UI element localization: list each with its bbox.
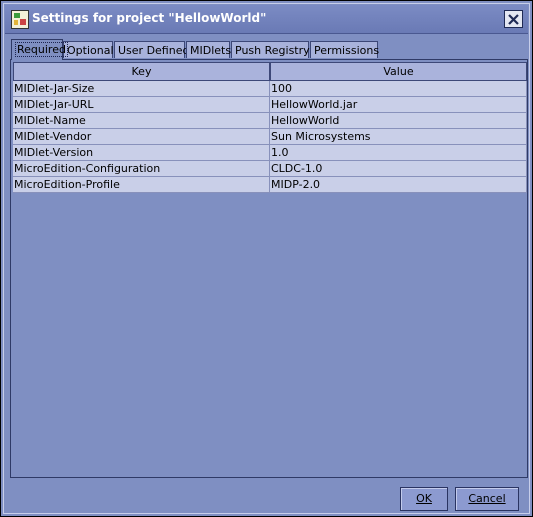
- key-cell[interactable]: MicroEdition-Configuration: [13, 161, 270, 177]
- key-cell[interactable]: MicroEdition-Profile: [13, 177, 270, 193]
- properties-table[interactable]: Key Value MIDlet-Jar-Size 100 MIDlet-Jar…: [13, 62, 527, 193]
- tab-push-registry[interactable]: Push Registry: [231, 41, 310, 58]
- key-cell[interactable]: MIDlet-Jar-Size: [13, 81, 270, 97]
- table-row[interactable]: MIDlet-Jar-Size 100: [13, 81, 527, 97]
- close-button[interactable]: [504, 10, 523, 28]
- key-cell[interactable]: MIDlet-Name: [13, 113, 270, 129]
- title-bar[interactable]: Settings for project "HellowWorld": [5, 5, 528, 34]
- value-cell[interactable]: CLDC-1.0: [270, 161, 527, 177]
- value-cell[interactable]: MIDP-2.0: [270, 177, 527, 193]
- table-row[interactable]: MicroEdition-Configuration CLDC-1.0: [13, 161, 527, 177]
- close-icon: [508, 13, 519, 25]
- ok-button[interactable]: OK: [400, 487, 448, 511]
- table-row[interactable]: MIDlet-Vendor Sun Microsystems: [13, 129, 527, 145]
- value-cell[interactable]: 100: [270, 81, 527, 97]
- dialog-body: Settings for project "HellowWorld" Requi…: [3, 3, 530, 514]
- table-row[interactable]: MIDlet-Version 1.0: [13, 145, 527, 161]
- table-row[interactable]: MicroEdition-Profile MIDP-2.0: [13, 177, 527, 193]
- window-title: Settings for project "HellowWorld": [32, 11, 267, 25]
- value-cell[interactable]: Sun Microsystems: [270, 129, 527, 145]
- required-properties-panel: Key Value MIDlet-Jar-Size 100 MIDlet-Jar…: [10, 59, 528, 478]
- tab-user-defined[interactable]: User Defined: [114, 41, 189, 58]
- value-cell[interactable]: HellowWorld.jar: [270, 97, 527, 113]
- table-row[interactable]: MIDlet-Name HellowWorld: [13, 113, 527, 129]
- cancel-button[interactable]: Cancel: [455, 487, 519, 511]
- column-header-key[interactable]: Key: [13, 62, 270, 81]
- settings-dialog: Settings for project "HellowWorld" Requi…: [0, 0, 533, 517]
- tab-midlets[interactable]: MIDlets: [186, 41, 231, 58]
- table-header: Key Value: [13, 62, 527, 81]
- column-header-value[interactable]: Value: [270, 62, 527, 81]
- tab-permissions[interactable]: Permissions: [310, 41, 379, 58]
- value-cell[interactable]: 1.0: [270, 145, 527, 161]
- cancel-button-label: Cancel: [468, 492, 506, 505]
- ok-button-label: OK: [416, 492, 432, 505]
- value-cell[interactable]: HellowWorld: [270, 113, 527, 129]
- key-cell[interactable]: MIDlet-Version: [13, 145, 270, 161]
- table-row[interactable]: MIDlet-Jar-URL HellowWorld.jar: [13, 97, 527, 113]
- key-cell[interactable]: MIDlet-Jar-URL: [13, 97, 270, 113]
- tab-required[interactable]: Required: [11, 39, 68, 60]
- tab-optional[interactable]: Optional: [63, 41, 114, 58]
- key-cell[interactable]: MIDlet-Vendor: [13, 129, 270, 145]
- project-settings-icon: [11, 10, 29, 29]
